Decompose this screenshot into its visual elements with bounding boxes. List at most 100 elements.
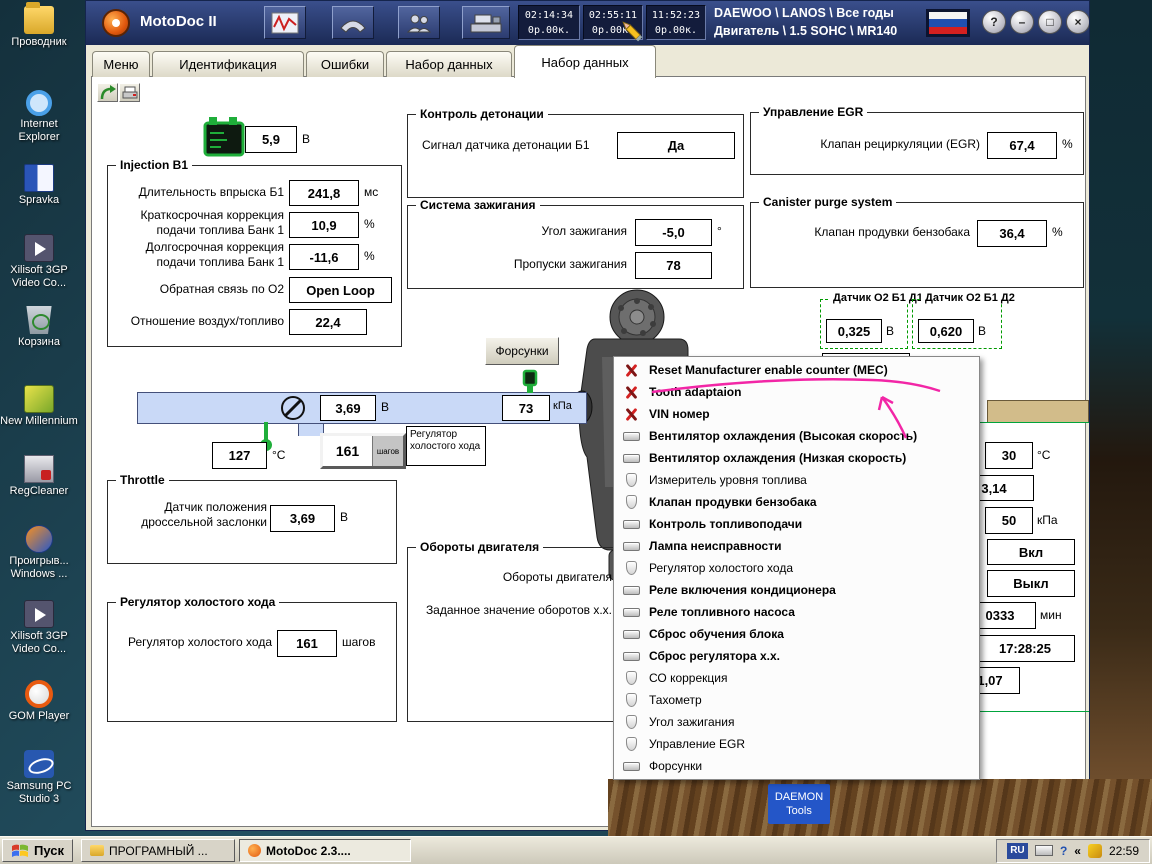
iac-group: Регулятор холостого хода xyxy=(107,602,397,722)
map-pipe-value: 73 xyxy=(502,395,550,421)
help-tray-icon[interactable]: ? xyxy=(1060,844,1067,858)
menu-item-egr-control[interactable]: Управление EGR xyxy=(614,733,979,755)
menu-item-fan-low[interactable]: Вентилятор охлаждения (Низкая скорость) xyxy=(614,447,979,469)
close-icon: × xyxy=(1074,15,1081,29)
maximize-button[interactable]: □ xyxy=(1038,10,1062,34)
iac-steps-value: 161 xyxy=(277,630,337,657)
raised-bar-icon xyxy=(621,608,641,617)
close-button[interactable]: × xyxy=(1066,10,1090,34)
menu-item-reset-mec[interactable]: Reset Manufacturer enable counter (MEC) xyxy=(614,359,979,381)
desktop-icon-internet-explorer[interactable]: Internet Explorer xyxy=(0,90,78,143)
keyboard-icon[interactable] xyxy=(1035,845,1053,856)
desktop-icon-xilisoft-2[interactable]: Xilisoft 3GP Video Co... xyxy=(0,600,78,655)
internet-explorer-icon xyxy=(26,90,52,116)
menu-item-canister-valve[interactable]: Клапан продувки бензобака xyxy=(614,491,979,513)
menu-item-co-correction[interactable]: СО коррекция xyxy=(614,667,979,689)
right-pressure-value: 50 xyxy=(985,507,1033,534)
knock-sensor-value: Да xyxy=(617,132,735,159)
desktop-icon-recycle-bin[interactable]: Корзина xyxy=(0,306,78,349)
menu-item-ecu-reset[interactable]: Сброс обучения блока xyxy=(614,623,979,645)
language-indicator[interactable]: RU xyxy=(1007,843,1028,859)
desktop-icon-samsung-pc-studio[interactable]: Samsung PC Studio 3 xyxy=(0,750,78,805)
print-button[interactable] xyxy=(119,83,140,102)
coolant-temp-value: 127 xyxy=(212,442,267,469)
raised-bar-icon xyxy=(621,542,641,551)
injection-duration-value: 241,8 xyxy=(289,180,359,206)
menu-item-iac[interactable]: Регулятор холостого хода xyxy=(614,557,979,579)
samsung-icon xyxy=(24,750,54,778)
battery-icon xyxy=(197,113,247,161)
language-flag-russia[interactable] xyxy=(926,9,970,37)
desktop-wallpaper-fur xyxy=(608,779,1152,836)
desktop-icon-xilisoft[interactable]: Xilisoft 3GP Video Co... xyxy=(0,234,78,289)
player-icon xyxy=(25,680,53,708)
recycle-bin-icon xyxy=(24,306,54,334)
menu-item-injectors[interactable]: Форсунки xyxy=(614,755,979,777)
desktop-icon-gom-player[interactable]: GOM Player xyxy=(0,680,78,723)
taskbar: Пуск ПРОГРАМНЫЙ ... MotoDoc 2.3.... RU ?… xyxy=(0,836,1152,864)
green-arrow-icon xyxy=(99,85,117,101)
oscilloscope-button[interactable] xyxy=(264,6,306,39)
tab-identification[interactable]: Идентификация xyxy=(152,51,304,77)
desktop-icon-spravka[interactable]: Spravka xyxy=(0,164,78,207)
tab-menu[interactable]: Меню xyxy=(92,51,150,77)
tps-pipe-value: 3,69 xyxy=(320,395,376,421)
desktop-icon-new-millennium[interactable]: New Millennium xyxy=(0,385,78,428)
clients-button[interactable] xyxy=(398,6,440,39)
shield-icon xyxy=(621,737,641,751)
maximize-icon: □ xyxy=(1046,15,1053,29)
menu-item-mil-lamp[interactable]: Лампа неисправности xyxy=(614,535,979,557)
tab-dataset-2-active[interactable]: Набор данных xyxy=(514,45,656,78)
menu-item-tachometer[interactable]: Тахометр xyxy=(614,689,979,711)
tab-errors[interactable]: Ошибки xyxy=(306,51,384,77)
waveform-icon xyxy=(271,12,299,34)
vehicle-info: DAEWOO \ LANOS \ Все годы Двигатель \ 1.… xyxy=(714,5,897,40)
menu-item-tooth-adaptation[interactable]: Tooth adaptaion xyxy=(614,381,979,403)
folder-icon xyxy=(90,845,104,856)
menu-item-fuel-pump-relay[interactable]: Реле топливного насоса xyxy=(614,601,979,623)
daemon-tray-icon[interactable] xyxy=(1088,844,1102,858)
desktop: Проводник Internet Explorer Spravka Xili… xyxy=(0,0,1152,864)
right-off-value: Выкл xyxy=(987,570,1075,597)
menu-item-ac-relay[interactable]: Реле включения кондиционера xyxy=(614,579,979,601)
menu-item-vin[interactable]: VIN номер xyxy=(614,403,979,425)
cash-register-button[interactable] xyxy=(462,6,510,39)
title-bar[interactable]: MotoDoc II 02:14:34 0р.00к. 02:55:11 0р.… xyxy=(86,1,1089,45)
menu-item-fuel-gauge[interactable]: Измеритель уровня топлива xyxy=(614,469,979,491)
session-timer-1: 02:14:34 0р.00к. xyxy=(518,5,580,40)
start-log-button[interactable] xyxy=(97,83,118,102)
motodoc-logo-icon xyxy=(102,9,130,37)
desktop-icon-wmp[interactable]: Проигрыв... Windows ... xyxy=(0,525,78,580)
taskbar-task-motodoc[interactable]: MotoDoc 2.3.... xyxy=(239,839,411,862)
right-on-value: Вкл xyxy=(987,539,1075,565)
raised-bar-icon xyxy=(621,520,641,529)
raised-bar-icon xyxy=(621,652,641,661)
tab-dataset-1[interactable]: Набор данных xyxy=(386,51,512,77)
shield-icon xyxy=(621,473,641,487)
raised-bar-icon xyxy=(621,432,641,441)
injectors-button[interactable]: Форсунки xyxy=(485,337,559,365)
app-title: MotoDoc II xyxy=(140,13,217,30)
minimize-button[interactable]: – xyxy=(1010,10,1034,34)
o2-feedback-value: Open Loop xyxy=(289,277,392,303)
desktop-icon-regcleaner[interactable]: RegCleaner xyxy=(0,455,78,498)
menu-item-fan-high[interactable]: Вентилятор охлаждения (Высокая скорость) xyxy=(614,425,979,447)
collapse-tray-icon[interactable]: « xyxy=(1074,844,1081,858)
taskbar-task-program[interactable]: ПРОГРАМНЫЙ ... xyxy=(81,839,235,862)
desktop-icon-daemon-tools[interactable]: DAEMON Tools xyxy=(768,784,830,824)
menu-item-iac-reset[interactable]: Сброс регулятора х.х. xyxy=(614,645,979,667)
phone-button[interactable] xyxy=(332,6,374,39)
right-temp-value: 30 xyxy=(985,442,1033,469)
desktop-icon-explorer[interactable]: Проводник xyxy=(0,6,78,49)
clock: 22:59 xyxy=(1109,844,1139,858)
pencil-icon[interactable] xyxy=(618,17,644,43)
menu-item-fuel-control[interactable]: Контроль топливоподачи xyxy=(614,513,979,535)
egr-valve-value: 67,4 xyxy=(987,132,1057,159)
menu-item-ignition-angle[interactable]: Угол зажигания xyxy=(614,711,979,733)
start-button[interactable]: Пуск xyxy=(2,839,73,862)
session-timer-3: 11:52:23 0р.00к. xyxy=(646,5,706,40)
help-button[interactable]: ? xyxy=(982,10,1006,34)
ignition-angle-value: -5,0 xyxy=(635,219,712,246)
injector-icon xyxy=(516,369,544,395)
video-converter-icon xyxy=(24,234,54,262)
